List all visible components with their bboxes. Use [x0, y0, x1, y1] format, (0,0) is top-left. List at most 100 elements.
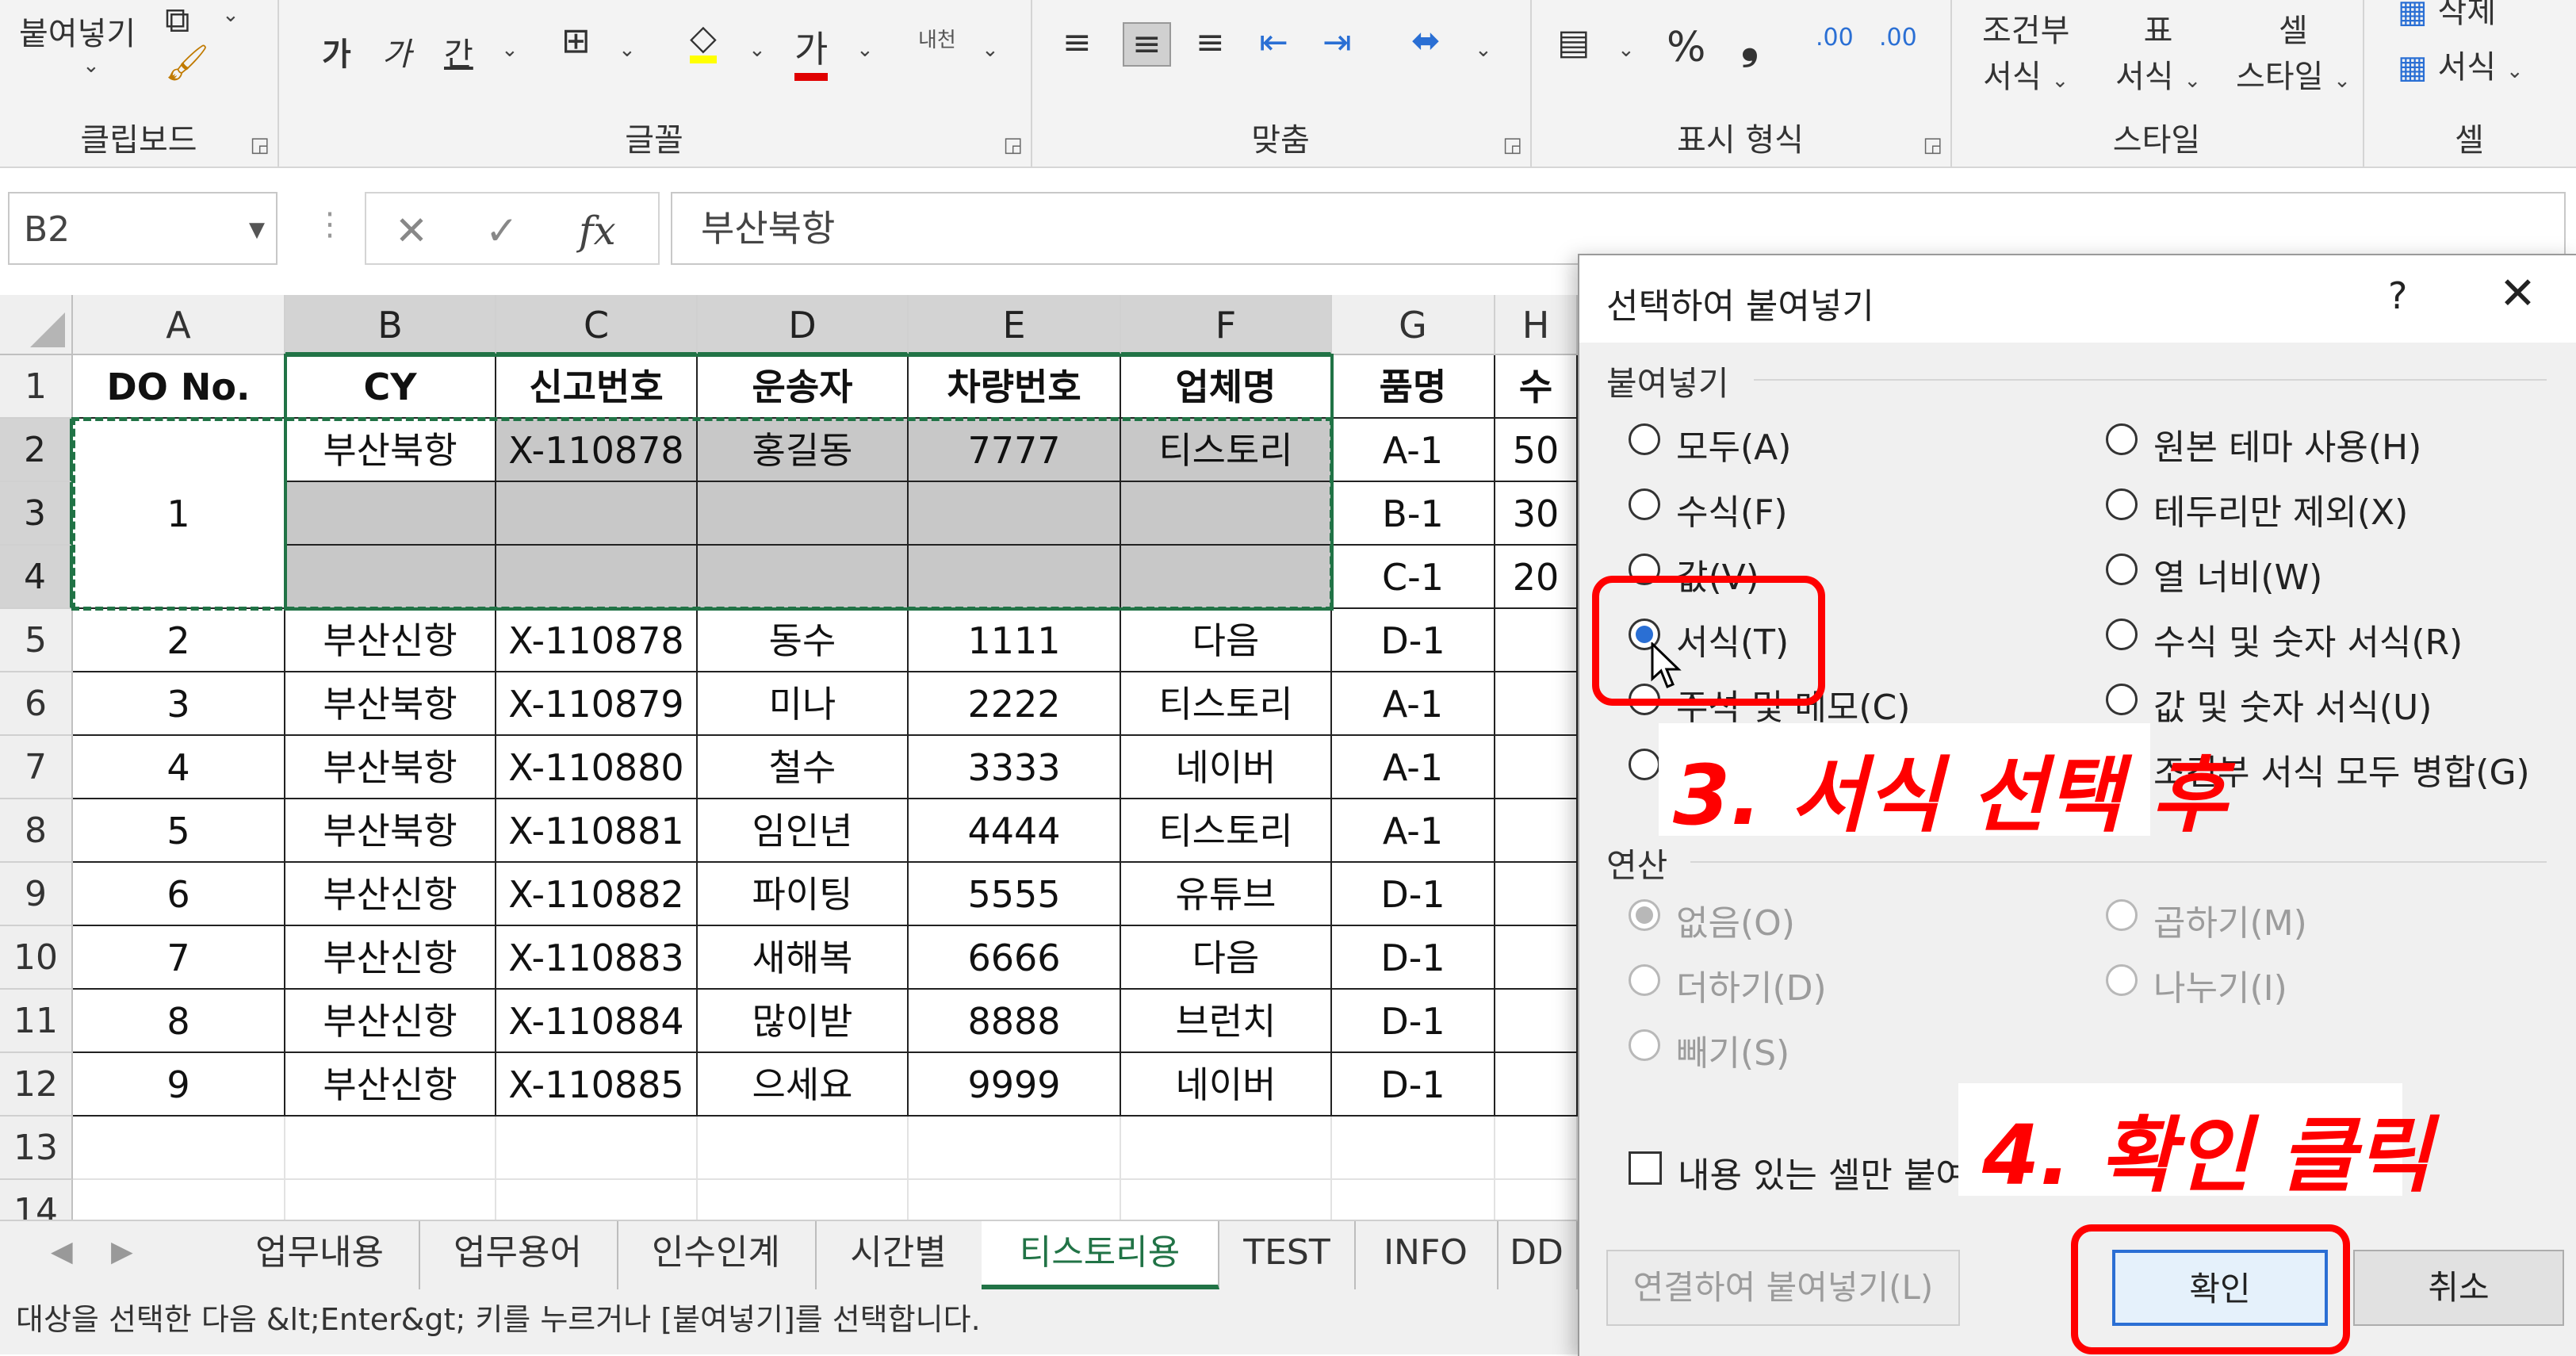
paste-right-radio-2[interactable] [2106, 488, 2138, 520]
phonetic-dropdown-icon[interactable]: ⌄ [982, 40, 999, 60]
cancel-button[interactable]: 취소 [2353, 1250, 2564, 1326]
cell-b9[interactable]: 부산신항 [285, 863, 496, 926]
italic-button[interactable]: 가 [382, 29, 411, 75]
cell-g7[interactable]: A-1 [1332, 736, 1495, 799]
font-launcher-icon[interactable]: ◲ [1003, 133, 1023, 157]
cell-f12[interactable]: 네이버 [1121, 1053, 1332, 1117]
underline-dropdown-icon[interactable]: ⌄ [501, 40, 519, 60]
cell-c13[interactable] [496, 1117, 698, 1180]
cell-g12[interactable]: D-1 [1332, 1053, 1495, 1117]
cell-a6[interactable]: 3 [73, 672, 285, 736]
cell-a8[interactable]: 5 [73, 799, 285, 863]
paste-right-radio-1[interactable] [2106, 423, 2138, 455]
cell-a5[interactable]: 2 [73, 609, 285, 672]
cell-g10[interactable]: D-1 [1332, 926, 1495, 990]
paste-right-radio-3[interactable] [2106, 554, 2138, 585]
fill-color-dropdown-icon[interactable]: ⌄ [748, 40, 766, 60]
cell-a10[interactable]: 7 [73, 926, 285, 990]
cell-a11[interactable]: 8 [73, 990, 285, 1053]
column-header-d[interactable]: D [698, 295, 909, 355]
cell-f3[interactable] [1121, 482, 1332, 546]
sheet-tab-3[interactable]: 인수인계 [617, 1221, 817, 1289]
formula-bar-grip-icon[interactable]: ⋮ [314, 206, 346, 243]
cell-c9[interactable]: X-110882 [496, 863, 698, 926]
sheet-tab-1[interactable]: 업무내용 [220, 1221, 420, 1289]
sheet-tab-7[interactable]: INFO [1354, 1221, 1499, 1289]
format-painter-icon[interactable]: 🖌 [165, 46, 209, 81]
alignment-launcher-icon[interactable]: ◲ [1502, 133, 1522, 157]
cell-d3[interactable] [698, 482, 909, 546]
close-icon[interactable]: ✕ [2499, 268, 2536, 320]
header-cell-f[interactable]: 업체명 [1121, 355, 1332, 419]
cell-c5[interactable]: X-110878 [496, 609, 698, 672]
cell-g11[interactable]: D-1 [1332, 990, 1495, 1053]
font-color-dropdown-icon[interactable]: ⌄ [856, 40, 874, 60]
cell-d13[interactable] [698, 1117, 909, 1180]
cell-g2[interactable]: A-1 [1332, 419, 1495, 482]
sheet-tab-6[interactable]: TEST [1219, 1221, 1356, 1289]
cell-e3[interactable] [909, 482, 1121, 546]
cell-d4[interactable] [698, 546, 909, 609]
row-header-5[interactable]: 5 [0, 609, 73, 672]
column-header-e[interactable]: E [909, 295, 1121, 355]
header-cell-e[interactable]: 차량번호 [909, 355, 1121, 419]
paste-link-button[interactable]: 연결하여 붙여넣기(L) [1606, 1250, 1960, 1326]
percent-button[interactable]: % [1667, 24, 1705, 71]
row-header-13[interactable]: 13 [0, 1117, 73, 1180]
cell-a13[interactable] [73, 1117, 285, 1180]
cell-f10[interactable]: 다음 [1121, 926, 1332, 990]
cell-e10[interactable]: 6666 [909, 926, 1121, 990]
row-header-6[interactable]: 6 [0, 672, 73, 736]
paste-dropdown-icon[interactable]: ⌄ [82, 54, 136, 78]
op-left-radio-2[interactable] [1629, 964, 1660, 996]
column-header-a[interactable]: A [73, 295, 285, 355]
header-cell-b[interactable]: CY [285, 355, 496, 419]
increase-decimal-button[interactable]: .00 [1816, 24, 1854, 52]
header-cell-c[interactable]: 신고번호 [496, 355, 698, 419]
op-right-radio-1[interactable] [2106, 899, 2138, 931]
prev-sheet-icon[interactable]: ◀ [51, 1235, 73, 1268]
cell-style-button[interactable]: 셀 스타일 ⌄ [2236, 5, 2351, 97]
clipboard-launcher-icon[interactable]: ◲ [250, 133, 270, 157]
cell-e8[interactable]: 4444 [909, 799, 1121, 863]
row-header-9[interactable]: 9 [0, 863, 73, 926]
cell-b6[interactable]: 부산북항 [285, 672, 496, 736]
cell-a2-merged[interactable]: 1 [73, 419, 285, 609]
font-color-button[interactable]: 가 [794, 21, 829, 81]
border-icon[interactable]: ⊞ [561, 24, 591, 59]
select-all-corner[interactable] [0, 295, 73, 355]
accounting-format-icon[interactable]: ▤ [1557, 25, 1590, 60]
row-header-8[interactable]: 8 [0, 799, 73, 863]
cell-c7[interactable]: X-110880 [496, 736, 698, 799]
cell-d7[interactable]: 철수 [698, 736, 909, 799]
row-header-1[interactable]: 1 [0, 355, 73, 419]
decrease-indent-icon[interactable]: ⇤ [1259, 25, 1288, 60]
name-box-dropdown-icon[interactable]: ▼ [249, 193, 265, 266]
row-header-7[interactable]: 7 [0, 736, 73, 799]
skip-blanks-checkbox[interactable] [1629, 1151, 1662, 1185]
cell-g9[interactable]: D-1 [1332, 863, 1495, 926]
cell-g8[interactable]: A-1 [1332, 799, 1495, 863]
cell-h6[interactable] [1495, 672, 1578, 736]
format-button[interactable]: ▦ 서식 ⌄ [2398, 41, 2524, 87]
cell-a7[interactable]: 4 [73, 736, 285, 799]
cell-d8[interactable]: 임인년 [698, 799, 909, 863]
cell-d11[interactable]: 많이받 [698, 990, 909, 1053]
accounting-dropdown-icon[interactable]: ⌄ [1617, 40, 1635, 60]
cell-f8[interactable]: 티스토리 [1121, 799, 1332, 863]
table-format-button[interactable]: 표 서식 ⌄ [2115, 5, 2201, 97]
cell-h10[interactable] [1495, 926, 1578, 990]
cell-h2[interactable]: 50 [1495, 419, 1578, 482]
cell-e4[interactable] [909, 546, 1121, 609]
column-header-c[interactable]: C [496, 295, 698, 355]
row-header-4[interactable]: 4 [0, 546, 73, 609]
cell-e7[interactable]: 3333 [909, 736, 1121, 799]
align-right-icon[interactable]: ≡ [1196, 25, 1225, 60]
cell-h3[interactable]: 30 [1495, 482, 1578, 546]
cell-d2[interactable]: 홍길동 [698, 419, 909, 482]
column-header-b[interactable]: B [285, 295, 496, 355]
row-header-10[interactable]: 10 [0, 926, 73, 990]
cell-h8[interactable] [1495, 799, 1578, 863]
cell-g3[interactable]: B-1 [1332, 482, 1495, 546]
cell-c4[interactable] [496, 546, 698, 609]
